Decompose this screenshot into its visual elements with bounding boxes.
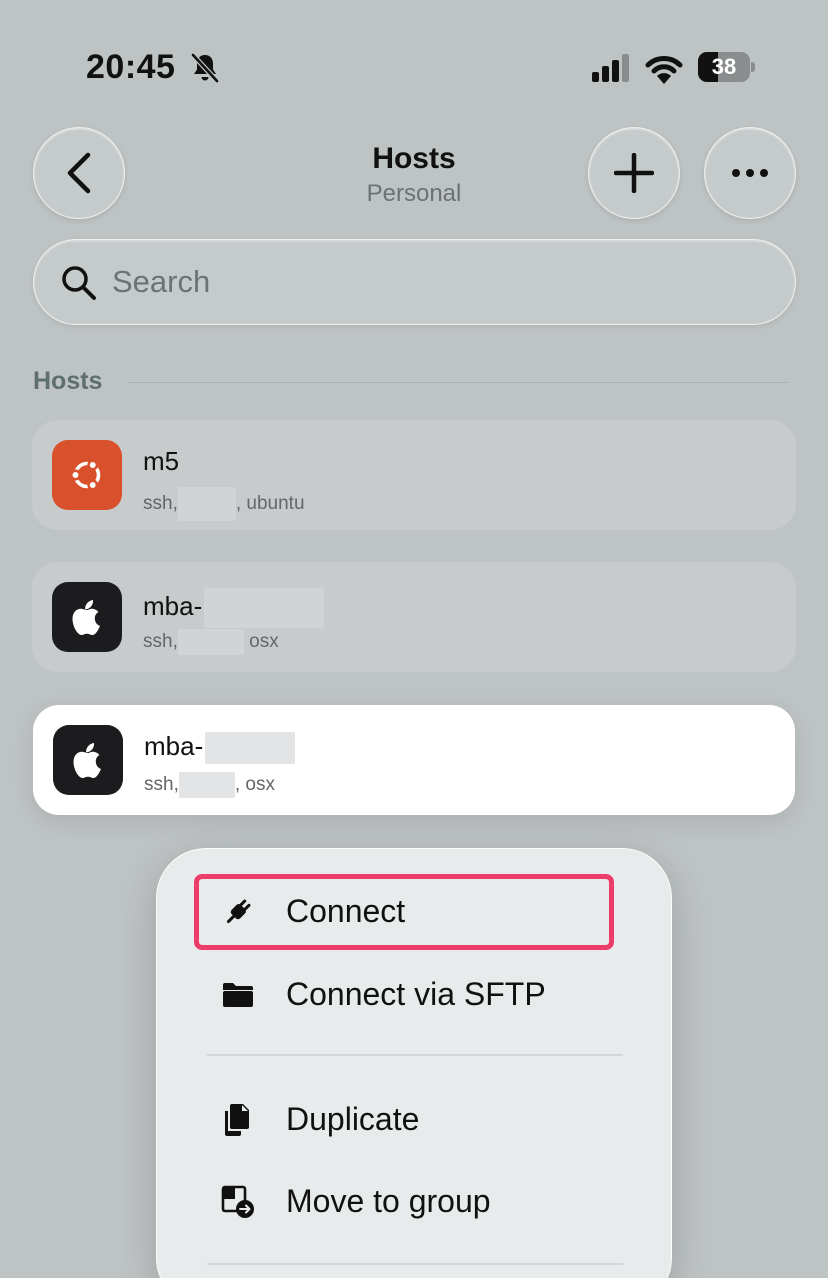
host-meta: ssh, , ubuntu bbox=[143, 487, 305, 521]
ellipsis-icon bbox=[732, 169, 768, 177]
search-input[interactable] bbox=[112, 258, 752, 306]
host-name: mba- bbox=[144, 731, 296, 765]
redacted-address bbox=[177, 629, 244, 655]
status-time: 20:45 bbox=[86, 48, 176, 86]
host-meta: ssh, , osx bbox=[144, 772, 275, 798]
search-icon bbox=[62, 266, 96, 300]
host-meta: ssh, osx bbox=[143, 629, 279, 655]
host-context-menu: Connect Connect via SFTP Duplicate Move … bbox=[156, 848, 672, 1278]
redacted-address bbox=[177, 487, 236, 521]
host-protocol: ssh, bbox=[143, 631, 178, 653]
host-name-text: mba- bbox=[144, 731, 204, 761]
menu-item-move-to-group[interactable]: Move to group bbox=[193, 1167, 633, 1237]
host-name-text: mba- bbox=[143, 590, 203, 621]
apple-icon bbox=[52, 582, 122, 652]
battery-body: 38 bbox=[698, 52, 750, 82]
menu-item-connect-sftp[interactable]: Connect via SFTP bbox=[193, 960, 633, 1030]
host-name: m5 bbox=[143, 446, 180, 476]
add-host-button[interactable] bbox=[588, 127, 680, 219]
menu-label: Move to group bbox=[286, 1183, 491, 1219]
host-protocol: ssh, bbox=[144, 774, 179, 796]
plus-icon bbox=[614, 153, 654, 193]
menu-item-connect[interactable]: Connect bbox=[193, 877, 633, 947]
section-divider bbox=[128, 382, 788, 383]
menu-divider bbox=[207, 1263, 623, 1265]
host-os: osx bbox=[243, 631, 279, 653]
page-subtitle: Personal bbox=[366, 180, 462, 207]
wifi-icon bbox=[645, 56, 683, 84]
redacted-hostname bbox=[204, 588, 325, 628]
host-row-m5[interactable]: m5 ssh, , ubuntu bbox=[32, 420, 796, 530]
status-bar: 20:45 38 bbox=[0, 0, 828, 130]
battery-tip bbox=[751, 62, 755, 72]
host-os: , ubuntu bbox=[235, 493, 305, 515]
menu-label: Duplicate bbox=[286, 1101, 420, 1137]
apple-icon bbox=[53, 725, 123, 795]
host-row-mba-selected[interactable]: mba- ssh, , osx bbox=[33, 705, 795, 815]
bell-slash-icon bbox=[191, 53, 219, 83]
redacted-hostname bbox=[205, 732, 296, 765]
menu-label: Connect bbox=[286, 893, 406, 929]
host-os: , osx bbox=[234, 774, 275, 796]
host-name: mba- bbox=[143, 588, 325, 628]
menu-label: Connect via SFTP bbox=[286, 976, 546, 1012]
plug-icon bbox=[226, 899, 251, 924]
ubuntu-icon bbox=[52, 440, 122, 510]
battery-level: 38 bbox=[711, 54, 737, 79]
section-title-hosts: Hosts bbox=[33, 367, 103, 395]
more-options-button[interactable] bbox=[704, 127, 796, 219]
host-row-mba[interactable]: mba- ssh, osx bbox=[32, 562, 796, 672]
menu-divider bbox=[207, 1054, 623, 1056]
folder-icon bbox=[223, 983, 253, 1007]
move-to-group-icon bbox=[221, 1185, 254, 1218]
battery-indicator: 38 bbox=[698, 52, 756, 82]
search-bar[interactable] bbox=[33, 239, 796, 325]
redacted-address bbox=[178, 772, 235, 798]
host-protocol: ssh, bbox=[143, 493, 178, 515]
cellular-signal-icon bbox=[592, 54, 629, 82]
menu-item-duplicate[interactable]: Duplicate bbox=[193, 1085, 633, 1155]
duplicate-icon bbox=[225, 1104, 249, 1136]
